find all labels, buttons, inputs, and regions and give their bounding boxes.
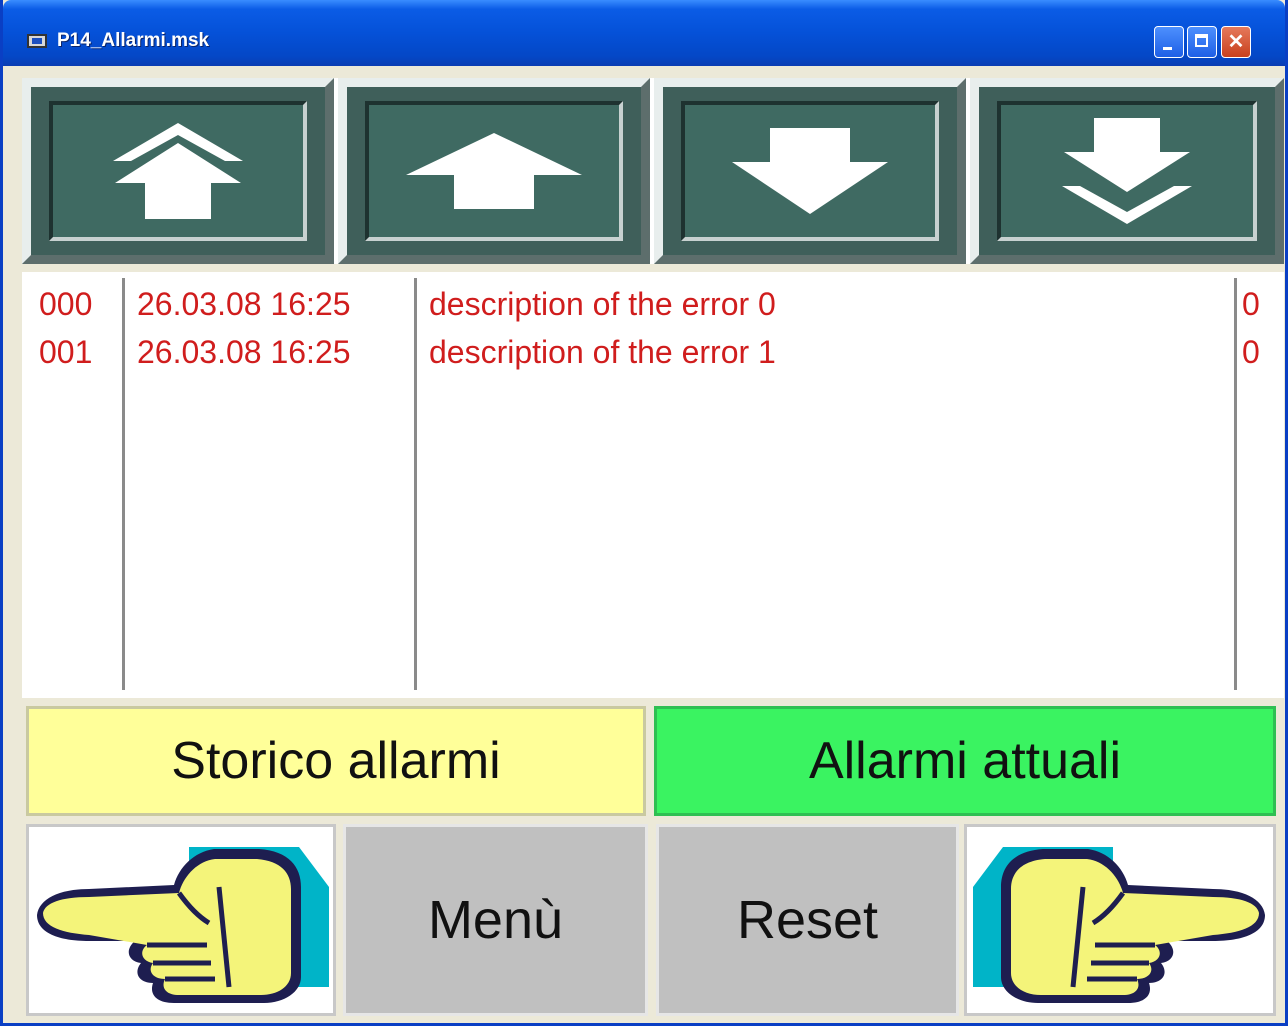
alarm-history-tab[interactable]: Storico allarmi	[26, 706, 646, 816]
alarm-datetime: 26.03.08 16:25	[137, 334, 351, 370]
previous-page-button[interactable]	[26, 824, 336, 1016]
hand-pointing-left-icon	[37, 847, 329, 1003]
alarm-row[interactable]: 001 26.03.08 16:25 description of the er…	[22, 334, 1284, 374]
line-up-button[interactable]	[338, 78, 650, 264]
current-alarms-tab[interactable]: Allarmi attuali	[654, 706, 1276, 816]
maximize-button[interactable]	[1187, 26, 1217, 58]
line-down-button[interactable]	[654, 78, 966, 264]
window-title: P14_Allarmi.msk	[57, 30, 210, 51]
alarm-row[interactable]: 000 26.03.08 16:25 description of the er…	[22, 286, 1284, 326]
arrow-up-icon	[406, 133, 582, 209]
page-down-button[interactable]	[970, 78, 1284, 264]
reset-button[interactable]: Reset	[656, 824, 959, 1016]
alarm-datetime: 26.03.08 16:25	[137, 286, 351, 322]
alarm-window: P14_Allarmi.msk ✕ 000 26.03.08 16:25 des…	[0, 0, 1288, 1026]
alarm-description: description of the error 1	[429, 334, 776, 370]
page-up-button[interactable]	[22, 78, 334, 264]
arrow-down-icon	[732, 128, 888, 214]
menu-button[interactable]: Menù	[343, 824, 648, 1016]
minimize-button[interactable]	[1154, 26, 1184, 58]
alarm-number: 000	[39, 286, 93, 322]
hand-pointing-right-icon	[973, 847, 1265, 1003]
title-bar[interactable]: P14_Allarmi.msk ✕	[3, 0, 1285, 66]
alarm-flag: 0	[1242, 286, 1260, 322]
alarm-number: 001	[39, 334, 93, 370]
scroll-button-bar	[22, 78, 1284, 264]
close-button[interactable]: ✕	[1221, 26, 1251, 58]
monitor-icon	[27, 34, 47, 48]
next-page-button[interactable]	[964, 824, 1276, 1016]
alarm-description: description of the error 0	[429, 286, 776, 322]
double-arrow-down-icon	[1062, 118, 1192, 224]
double-arrow-up-icon	[113, 123, 243, 219]
close-icon: ✕	[1227, 31, 1245, 53]
alarm-flag: 0	[1242, 334, 1260, 370]
alarm-list[interactable]: 000 26.03.08 16:25 description of the er…	[22, 272, 1284, 698]
